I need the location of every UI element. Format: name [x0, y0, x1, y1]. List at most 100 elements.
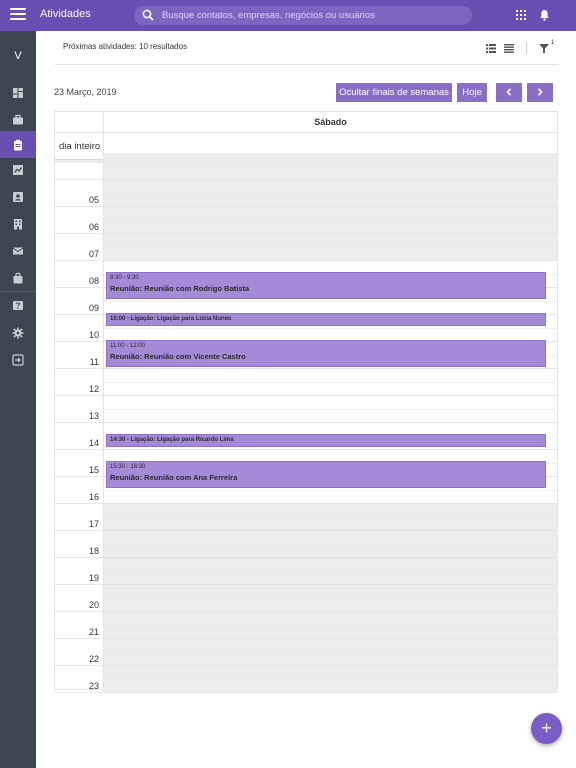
hour-gutter: 06: [55, 207, 104, 234]
search-bar[interactable]: [134, 6, 472, 25]
today-button[interactable]: Hoje: [457, 83, 487, 102]
hour-row: 12: [55, 369, 557, 396]
calendar-header: Sábado: [55, 112, 557, 133]
hour-row: 20: [55, 585, 557, 612]
filter-icon[interactable]: [539, 44, 549, 53]
next-day-button[interactable]: [527, 83, 553, 102]
briefcase-icon: [13, 114, 23, 124]
hour-row: 22: [55, 639, 557, 666]
half-hour-line: [104, 517, 557, 518]
calendar-event[interactable]: 14:30 - Ligação: Ligação para Ricardo Li…: [106, 434, 546, 447]
filter-count-badge: 1: [551, 40, 555, 46]
calendar-event[interactable]: 10:00 - Ligação: Ligação para Lúcia Nune…: [106, 313, 546, 326]
hour-gutter: 14: [55, 423, 104, 450]
bell-icon[interactable]: [539, 9, 550, 21]
dashboard-icon: [13, 87, 23, 98]
chart-icon: [13, 164, 23, 175]
search-icon: [142, 9, 154, 21]
hour-gutter: 17: [55, 504, 104, 531]
half-hour-line: [104, 166, 557, 167]
sidebar-item-contacts[interactable]: [0, 183, 36, 210]
bag-icon: [13, 272, 23, 283]
hour-gutter: 23: [55, 666, 104, 693]
apps-grid-icon[interactable]: [516, 10, 526, 20]
hour-row: 23: [55, 666, 557, 693]
hour-row: 17: [55, 504, 557, 531]
hour-gutter: 19: [55, 558, 104, 585]
all-day-label: dia inteiro: [59, 141, 101, 152]
page-title: Atividades: [40, 8, 91, 20]
hour-label: 17: [88, 519, 99, 529]
event-summary: 10:00 - Ligação: Ligação para Lúcia Nune…: [110, 316, 232, 322]
sidebar-item-reports[interactable]: [0, 156, 36, 183]
top-bar: Atividades: [0, 0, 576, 31]
hour-row: [55, 153, 557, 180]
event-title: Reunião: Reunião com Vicente Castro: [110, 352, 246, 361]
event-time: 15:30 - 16:30: [110, 464, 146, 470]
hour-gutter: 08: [55, 261, 104, 288]
hour-label: 08: [88, 276, 99, 286]
contact-card-icon: [13, 191, 23, 202]
menu-icon[interactable]: [10, 8, 26, 22]
hour-gutter: 12: [55, 369, 104, 396]
sidebar-item-settings[interactable]: [0, 319, 36, 346]
hour-label: 10: [88, 330, 99, 340]
mail-icon: [12, 247, 24, 254]
hour-label: 18: [88, 546, 99, 556]
sidebar-item-companies[interactable]: [0, 210, 36, 237]
calendar-event[interactable]: 11:00 - 12:00 Reunião: Reunião com Vicent…: [106, 340, 546, 367]
half-hour-line: [104, 409, 557, 410]
event-summary: 14:30 - Ligação: Ligação para Ricardo Li…: [110, 437, 234, 443]
sidebar-item-dashboard[interactable]: [0, 79, 36, 106]
hour-label: 09: [88, 303, 99, 313]
hour-gutter: 10: [55, 315, 104, 342]
avatar[interactable]: V: [7, 45, 29, 67]
sidebar-item-deals[interactable]: [0, 106, 36, 133]
building-icon: [14, 218, 22, 229]
hide-weekends-button[interactable]: Ocultar finais de semanas: [336, 83, 452, 102]
hour-row: 06: [55, 207, 557, 234]
previous-day-button[interactable]: [496, 83, 522, 102]
calendar-event[interactable]: 8:30 - 9:30 Reunião: Reunião com Rodrigo …: [106, 272, 546, 299]
search-input[interactable]: [162, 8, 462, 23]
list-view-icon[interactable]: [486, 44, 496, 53]
exit-icon: [12, 353, 24, 366]
half-hour-line: [104, 571, 557, 572]
compact-view-icon[interactable]: [504, 44, 514, 53]
current-date: 23 Março, 2019: [54, 87, 117, 97]
sidebar-item-logout[interactable]: [0, 346, 36, 373]
hour-gutter: 13: [55, 396, 104, 423]
hour-row: 19: [55, 558, 557, 585]
hour-gutter: 15: [55, 450, 104, 477]
hour-label: 20: [88, 600, 99, 610]
hour-gutter: 11: [55, 342, 104, 369]
half-hour-line: [104, 382, 557, 383]
sidebar: V: [0, 31, 36, 768]
hour-label: 05: [88, 195, 99, 205]
hour-row: 18: [55, 531, 557, 558]
hour-gutter: 05: [55, 180, 104, 207]
half-hour-line: [104, 220, 557, 221]
sidebar-item-activities[interactable]: [0, 131, 36, 158]
event-time: 8:30 - 9:30: [110, 275, 139, 281]
hour-gutter: 18: [55, 531, 104, 558]
hour-label: 22: [88, 654, 99, 664]
calendar-event[interactable]: 15:30 - 16:30 Reunião: Reunião com Ana Fe…: [106, 461, 546, 488]
hour-row: 05: [55, 180, 557, 207]
hour-label: 07: [88, 249, 99, 259]
hour-row: 13: [55, 396, 557, 423]
hour-label: 16: [88, 492, 99, 502]
sidebar-item-help[interactable]: [0, 292, 36, 319]
hour-label: 19: [88, 573, 99, 583]
toolbar-divider: [526, 42, 527, 54]
hour-gutter: 20: [55, 585, 104, 612]
add-activity-button[interactable]: +: [531, 713, 562, 744]
event-time: 11:00 - 12:00: [110, 343, 145, 349]
hour-gutter: 09: [55, 288, 104, 315]
sidebar-item-products[interactable]: [0, 264, 36, 291]
event-title: Reunião: Reunião com Rodrigo Batista: [110, 284, 250, 293]
sidebar-item-messages[interactable]: [0, 237, 36, 264]
chevron-left-icon: [506, 88, 512, 96]
toolbar-separator: [55, 64, 558, 65]
hour-row: 07: [55, 234, 557, 261]
